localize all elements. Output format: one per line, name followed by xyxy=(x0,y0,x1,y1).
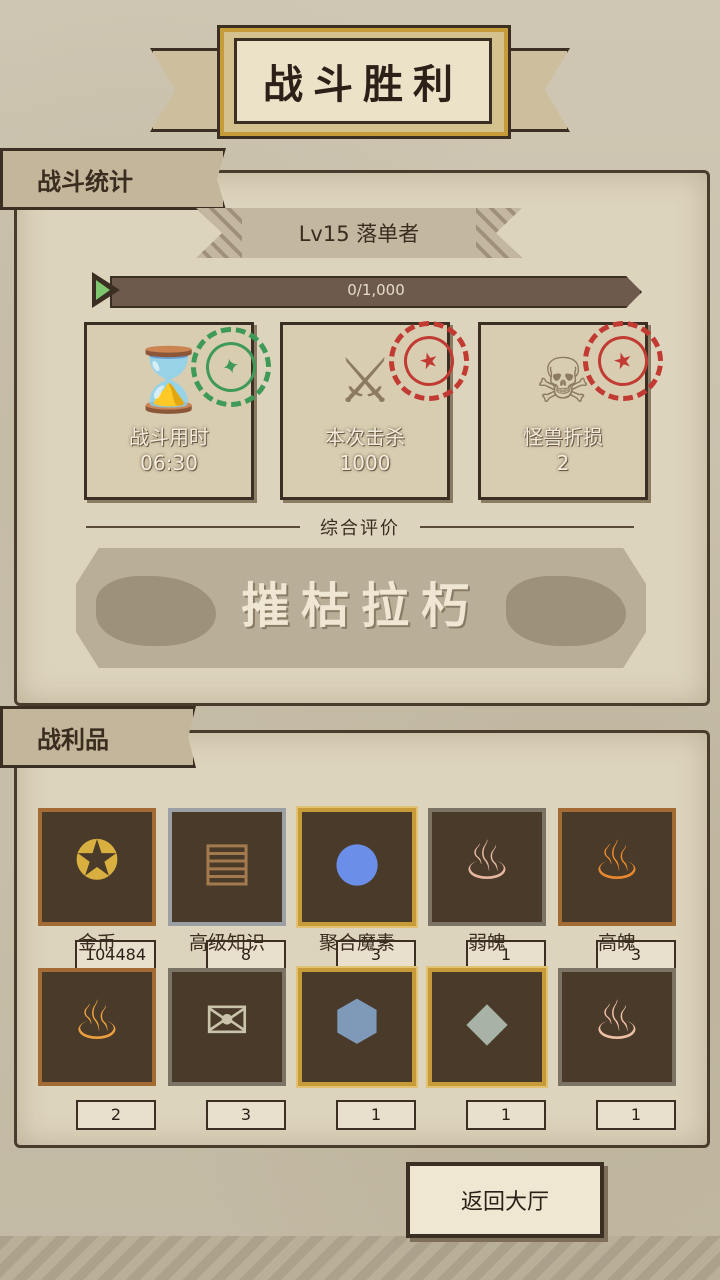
return-lobby-button[interactable]: 返回大厅 xyxy=(406,1162,604,1238)
item-count: 1 xyxy=(596,1100,676,1130)
level-ribbon: Lv15 落单者 xyxy=(196,208,522,258)
small-flame-icon: ♨ xyxy=(592,988,642,1052)
stat-value: 2 xyxy=(556,451,570,475)
item-frame: ◆ xyxy=(428,968,546,1086)
stat-label: 战斗用时 xyxy=(129,425,209,449)
page-title: 战斗胜利 xyxy=(263,62,463,108)
scroll-icon: ✉ xyxy=(204,988,250,1052)
item-count: 3 xyxy=(206,1100,286,1130)
section-tag-loot: 战利品 xyxy=(0,706,196,768)
item-name: 聚合魔素 xyxy=(318,932,395,954)
crystal-ore-icon: ◆ xyxy=(466,988,508,1052)
item-frame: ♨ xyxy=(558,968,676,1086)
stat-card-battle-time: ⌛ ✦ 战斗用时 06:30 xyxy=(84,318,280,500)
item-frame: ● xyxy=(298,808,416,926)
stat-label: 本次击杀 xyxy=(325,425,405,449)
loot-item-weak-soul[interactable]: ♨ 1 弱魄 xyxy=(428,808,546,970)
rating-value: 摧枯拉朽 xyxy=(240,578,481,634)
stat-card-kills: ⚔ ★ 本次击杀 1000 xyxy=(280,312,478,500)
level-text: Lv15 落单者 xyxy=(298,222,420,246)
loot-item-blue-ore[interactable]: ⬢ 1 xyxy=(298,968,416,1130)
item-frame: ♨ xyxy=(558,808,676,926)
rating-label: 综合评价 xyxy=(320,518,400,539)
rating-plate: 摧枯拉朽 xyxy=(76,548,646,668)
xp-text: 0/1,000 xyxy=(347,281,405,299)
loot-item-magic-essence[interactable]: ● 3 聚合魔素 xyxy=(298,808,416,970)
blue-ore-icon: ⬢ xyxy=(333,988,381,1052)
banner-plate: 战斗胜利 xyxy=(234,38,492,124)
item-name: 金币 xyxy=(77,932,116,954)
item-count: 2 xyxy=(76,1100,156,1130)
item-name: 高魄 xyxy=(597,932,636,954)
stat-card-monster-losses: ☠ ★ 怪兽折损 2 xyxy=(478,312,672,500)
item-name: 弱魄 xyxy=(467,932,506,954)
fire-icon: ♨ xyxy=(592,828,642,892)
magic-orb-icon: ● xyxy=(333,828,381,892)
gold-coin-icon: ✪ xyxy=(74,828,120,892)
section-tag-battle-stats: 战斗统计 xyxy=(0,148,226,210)
item-frame: ✉ xyxy=(168,968,286,1086)
bottom-decoration xyxy=(0,1236,720,1280)
divider xyxy=(420,526,634,528)
stat-value: 1000 xyxy=(339,451,391,475)
stat-value: 06:30 xyxy=(140,451,198,475)
loot-item-small-flame[interactable]: ♨ 1 xyxy=(558,968,676,1130)
loot-item-high-soul[interactable]: ♨ 3 高魄 xyxy=(558,808,676,970)
loot-item-gold-coin[interactable]: ✪ 104484 金币 xyxy=(38,808,156,970)
loot-item-flame[interactable]: ♨ 2 xyxy=(38,968,156,1130)
item-frame: ♨ xyxy=(428,808,546,926)
item-frame: ✪ xyxy=(38,808,156,926)
rating-header: 综合评价 xyxy=(86,512,634,542)
book-icon: ▤ xyxy=(201,828,253,892)
item-count: 1 xyxy=(336,1100,416,1130)
item-frame: ▤ xyxy=(168,808,286,926)
section-label: 战斗统计 xyxy=(37,167,133,196)
title-banner: 战斗胜利 xyxy=(150,18,570,138)
item-frame: ♨ xyxy=(38,968,156,1086)
loot-item-crystal-ore[interactable]: ◆ 1 xyxy=(428,968,546,1130)
stat-label: 怪兽折损 xyxy=(523,425,603,449)
return-lobby-label: 返回大厅 xyxy=(460,1190,549,1215)
pale-flame-icon: ♨ xyxy=(462,828,512,892)
divider xyxy=(86,526,300,528)
section-label: 战利品 xyxy=(37,725,109,754)
flame-icon: ♨ xyxy=(72,988,122,1052)
loot-item-scroll[interactable]: ✉ 3 xyxy=(168,968,286,1130)
xp-progress-bar: 0/1,000 xyxy=(92,272,642,308)
item-count: 1 xyxy=(466,1100,546,1130)
item-frame: ⬢ xyxy=(298,968,416,1086)
loot-item-advanced-knowledge[interactable]: ▤ 8 高级知识 xyxy=(168,808,286,970)
item-name: 高级知识 xyxy=(188,932,265,954)
